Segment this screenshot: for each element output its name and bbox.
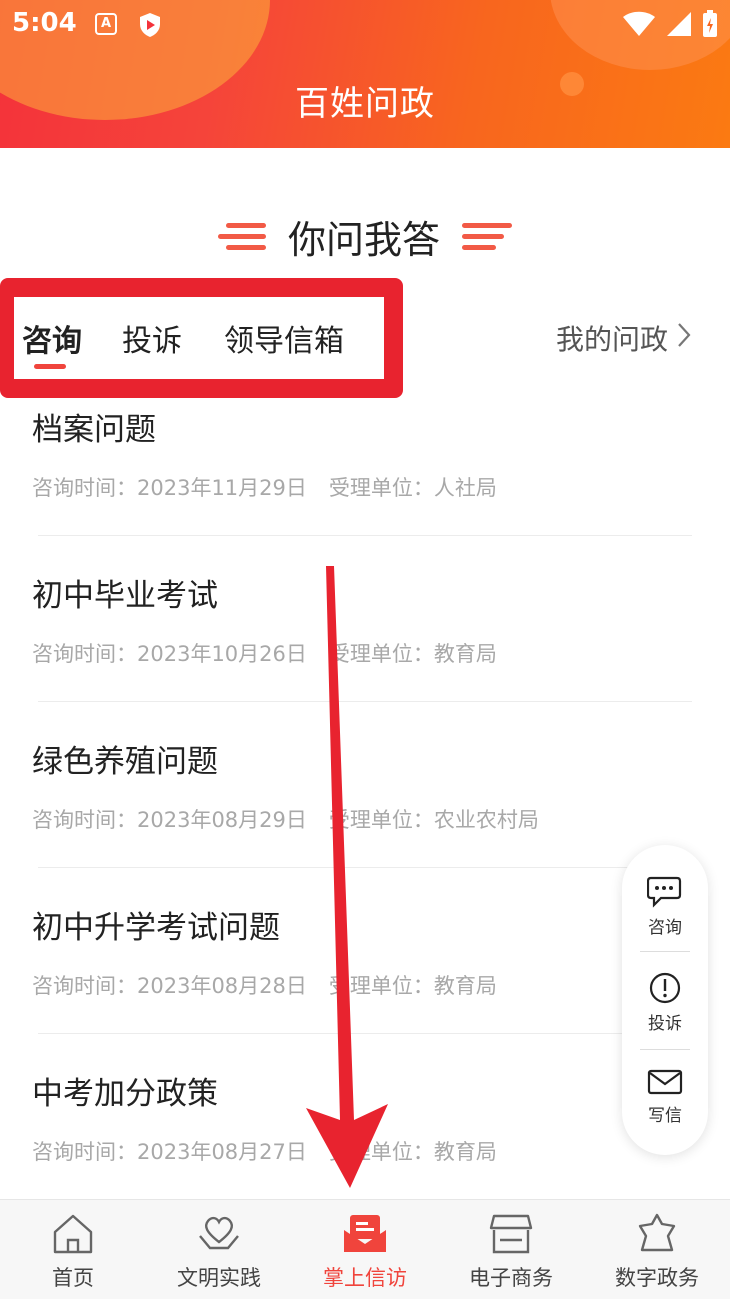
item-title: 档案问题 <box>32 412 156 448</box>
item-meta: 咨询时间：2023年08月29日 受理单位：农业农村局 <box>32 804 539 834</box>
heart-hands-icon <box>146 1212 292 1256</box>
item-time: 咨询时间：2023年11月29日 <box>32 476 307 500</box>
nav-digital-government[interactable]: 数字政务 <box>584 1200 730 1299</box>
status-bar: 5:04 A <box>0 0 730 50</box>
nav-civilization-label: 文明实践 <box>177 1266 261 1290</box>
section-heading: 你问我答 <box>0 208 730 264</box>
page-title: 百姓问政 <box>295 84 435 124</box>
nav-home[interactable]: 首页 <box>0 1200 146 1299</box>
nav-petition-label: 掌上信访 <box>323 1266 407 1290</box>
right-decoration <box>462 222 512 250</box>
consult-list: 档案问题 咨询时间：2023年11月29日 受理单位：人社局 初中毕业考试 咨询时… <box>0 398 730 1200</box>
item-title: 中考加分政策 <box>32 1076 218 1112</box>
item-meta: 咨询时间：2023年11月29日 受理单位：人社局 <box>32 472 497 502</box>
alert-circle-icon <box>622 971 708 1005</box>
float-write-button[interactable]: 写信 <box>622 1067 708 1126</box>
divider <box>640 1049 690 1050</box>
tab-active-indicator <box>34 364 66 369</box>
tab-consult[interactable]: 咨询 <box>22 316 82 360</box>
item-unit: 受理单位：教育局 <box>328 974 497 998</box>
float-complaint-button[interactable]: 投诉 <box>622 971 708 1034</box>
item-time: 咨询时间：2023年10月26日 <box>32 642 307 666</box>
status-time: 5:04 <box>12 8 77 38</box>
item-time: 咨询时间：2023年08月29日 <box>32 808 307 832</box>
float-consult-label: 咨询 <box>648 918 682 938</box>
status-icons <box>622 10 718 42</box>
nav-home-label: 首页 <box>52 1266 94 1290</box>
government-icon <box>584 1212 730 1256</box>
tab-leader-mailbox[interactable]: 领导信箱 <box>224 316 344 360</box>
nav-civilization-practice[interactable]: 文明实践 <box>146 1200 292 1299</box>
float-write-label: 写信 <box>648 1106 682 1126</box>
envelope-icon <box>622 1067 708 1097</box>
app-notification-icon: A <box>95 13 117 35</box>
item-meta: 咨询时间：2023年08月28日 受理单位：教育局 <box>32 970 497 1000</box>
mail-tray-icon <box>292 1212 438 1256</box>
nav-ecommerce[interactable]: 电子商务 <box>438 1200 584 1299</box>
my-politics-label: 我的问政 <box>555 323 668 356</box>
shield-icon <box>138 12 162 42</box>
signal-icon <box>666 11 692 41</box>
float-complaint-label: 投诉 <box>648 1014 682 1034</box>
item-time: 咨询时间：2023年08月28日 <box>32 974 307 998</box>
wifi-icon <box>622 11 656 41</box>
list-item[interactable]: 档案问题 咨询时间：2023年11月29日 受理单位：人社局 <box>0 398 730 536</box>
item-title: 初中升学考试问题 <box>32 910 280 946</box>
floating-action-panel: 咨询 投诉 写信 <box>622 845 708 1155</box>
chat-bubble-icon <box>622 875 708 909</box>
list-item[interactable]: 初中升学考试问题 咨询时间：2023年08月28日 受理单位：教育局 <box>0 868 730 1034</box>
nav-digital-government-label: 数字政务 <box>615 1266 699 1290</box>
divider <box>640 951 690 952</box>
item-title: 初中毕业考试 <box>32 578 218 614</box>
nav-ecommerce-label: 电子商务 <box>469 1266 553 1290</box>
item-unit: 受理单位：人社局 <box>328 476 497 500</box>
nav-petition[interactable]: 掌上信访 <box>292 1200 438 1299</box>
item-time: 咨询时间：2023年08月27日 <box>32 1140 307 1164</box>
bottom-navigation: 首页 文明实践 掌上信访 电子商务 数字政务 <box>0 1199 730 1299</box>
item-meta: 咨询时间：2023年08月27日 受理单位：教育局 <box>32 1136 497 1166</box>
float-consult-button[interactable]: 咨询 <box>622 875 708 938</box>
my-politics-link[interactable]: 我的问政 <box>556 318 692 358</box>
tab-complaint[interactable]: 投诉 <box>122 316 182 360</box>
list-item[interactable]: 中考加分政策 咨询时间：2023年08月27日 受理单位：教育局 <box>0 1034 730 1200</box>
battery-icon <box>702 10 718 42</box>
home-icon <box>0 1212 146 1256</box>
left-decoration <box>217 222 266 250</box>
item-title: 绿色养殖问题 <box>32 744 218 780</box>
item-meta: 咨询时间：2023年10月26日 受理单位：教育局 <box>32 638 497 668</box>
chevron-right-icon <box>676 321 692 356</box>
item-unit: 受理单位：农业农村局 <box>328 808 539 832</box>
section-title: 你问我答 <box>287 217 440 262</box>
store-icon <box>438 1212 584 1256</box>
item-unit: 受理单位：教育局 <box>328 642 497 666</box>
item-unit: 受理单位：教育局 <box>328 1140 497 1164</box>
list-item[interactable]: 绿色养殖问题 咨询时间：2023年08月29日 受理单位：农业农村局 <box>0 702 730 868</box>
list-item[interactable]: 初中毕业考试 咨询时间：2023年10月26日 受理单位：教育局 <box>0 536 730 702</box>
